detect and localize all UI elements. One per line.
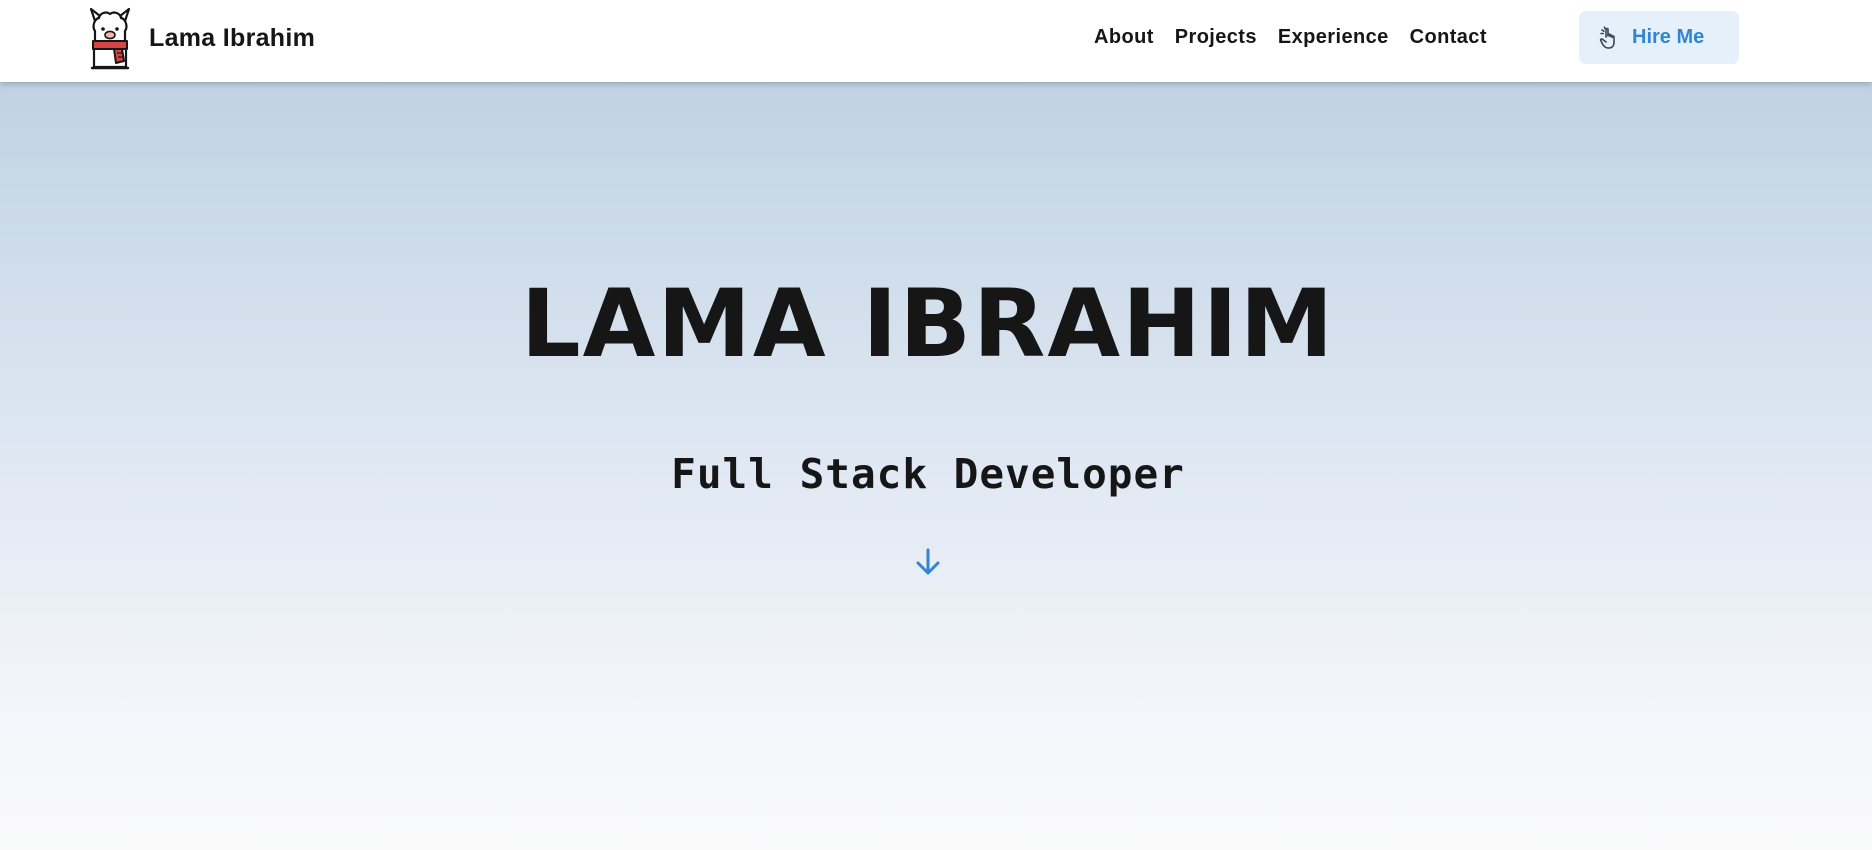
hero-subtitle: Full Stack Developer xyxy=(671,450,1185,498)
nav-link-experience[interactable]: Experience xyxy=(1278,26,1389,49)
brand-name: Lama Ibrahim xyxy=(149,23,316,52)
main-nav: About Projects Experience Contact xyxy=(1094,23,1508,51)
pointer-hand-icon xyxy=(1599,25,1615,49)
brand-home-link[interactable]: Lama Ibrahim xyxy=(86,5,315,71)
nav-link-about[interactable]: About xyxy=(1094,26,1154,49)
hire-me-label: Hire Me xyxy=(1632,26,1705,48)
nav-link-contact[interactable]: Contact xyxy=(1410,26,1487,49)
hero-title: LAMA IBRAHIM xyxy=(520,270,1336,379)
arrow-down-icon[interactable] xyxy=(913,546,943,578)
navbar: Lama Ibrahim About Projects Experience C… xyxy=(0,0,1872,82)
hire-me-button[interactable]: Hire Me xyxy=(1579,11,1739,64)
nav-link-projects[interactable]: Projects xyxy=(1175,26,1257,49)
llama-scarf-icon xyxy=(89,7,131,70)
